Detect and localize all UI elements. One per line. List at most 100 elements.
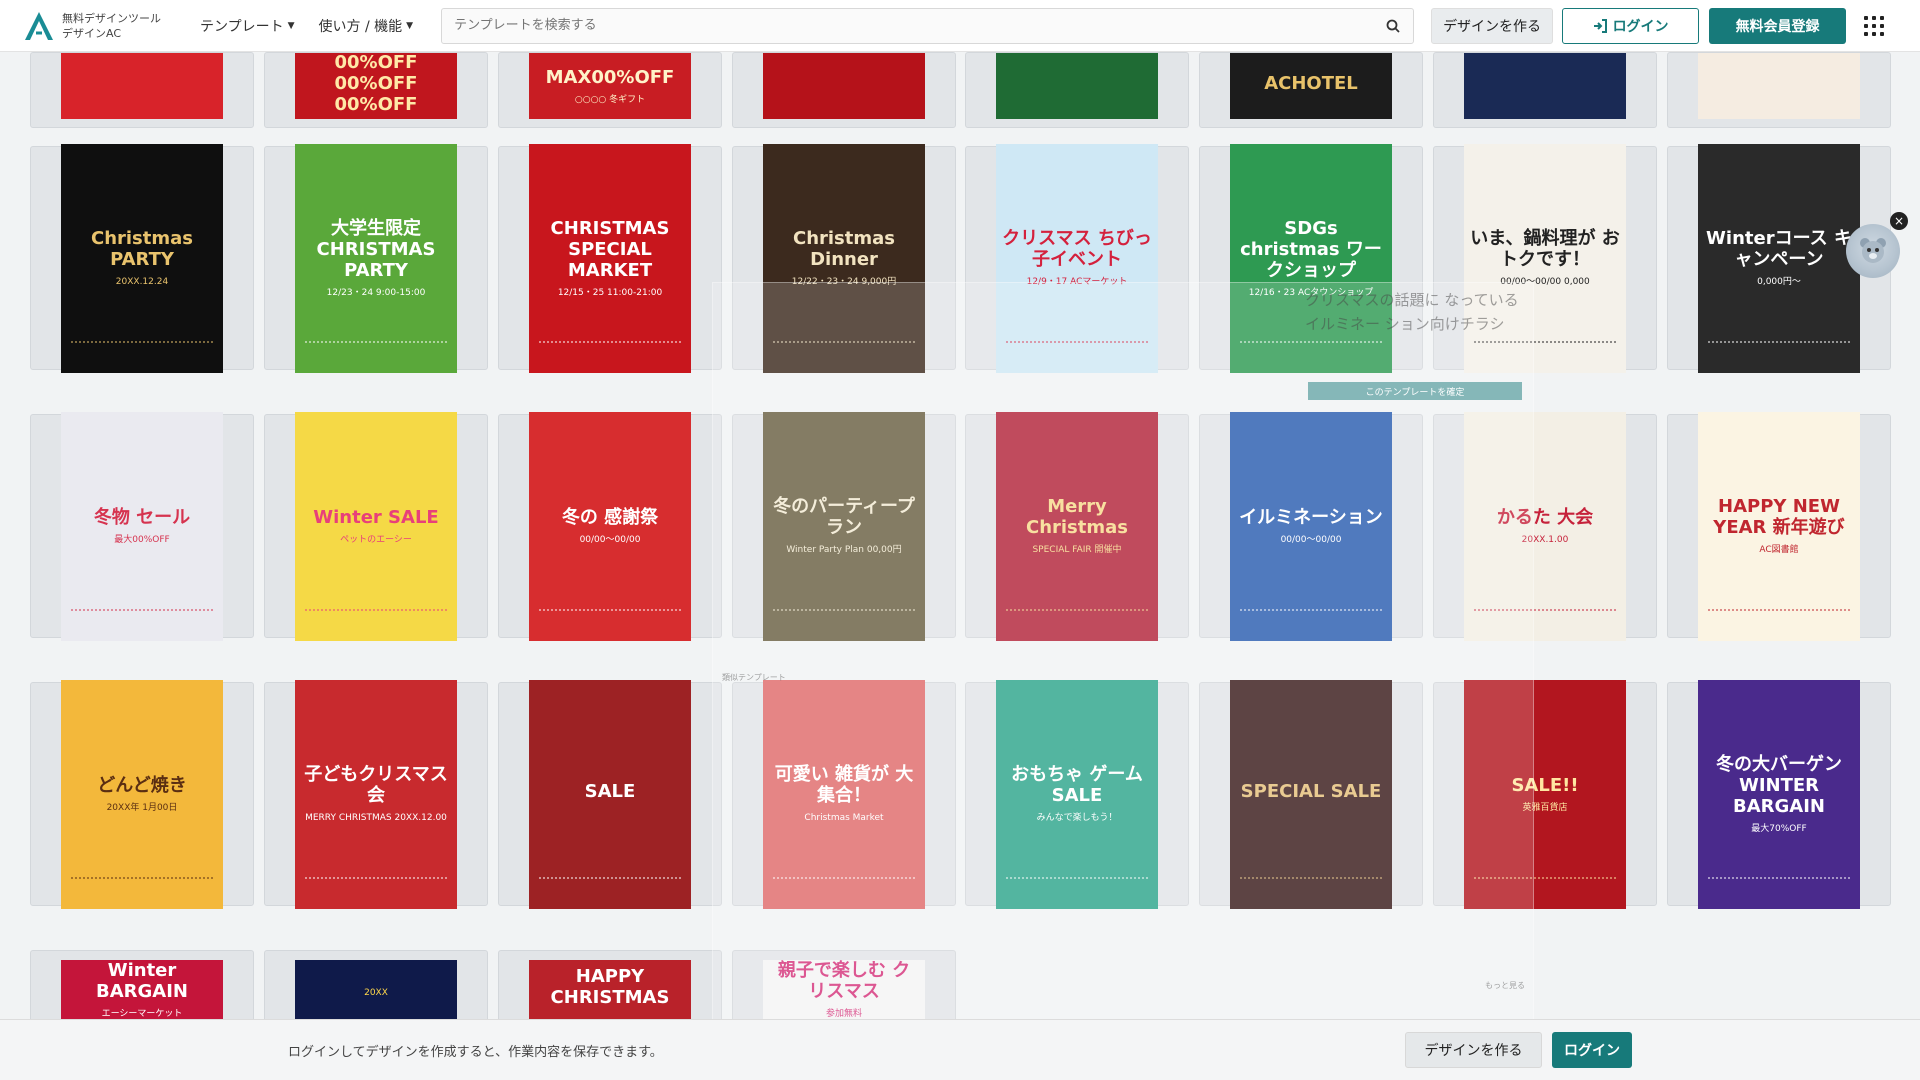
thumbnail-decoration — [71, 876, 213, 899]
template-card[interactable]: 20XX — [264, 950, 488, 1030]
template-card[interactable]: MAX00%OFF ○○○○ 冬ギフト — [498, 52, 722, 128]
template-thumbnail: Winter BARGAIN エーシーマーケット — [61, 960, 223, 1020]
template-card[interactable]: HAPPY CHRISTMAS — [498, 950, 722, 1030]
template-card[interactable]: Winter SALE ペットのエーシー — [264, 411, 488, 641]
template-card[interactable] — [732, 52, 956, 128]
thumbnail-title: SALE — [584, 780, 636, 802]
template-card[interactable] — [965, 52, 1189, 128]
assistant-mascot[interactable] — [1846, 224, 1900, 278]
template-card[interactable] — [30, 52, 254, 128]
thumbnail-title: Christmas Dinner — [792, 228, 895, 270]
template-thumbnail: 冬の 感謝祭 00/00〜00/00 — [529, 411, 691, 641]
template-card[interactable] — [1433, 52, 1657, 128]
template-thumbnail — [1698, 53, 1860, 119]
top-header: 無料デザインツール デザインAC テンプレート ▼ 使い方 / 機能 ▼ デザイ… — [0, 0, 1920, 52]
template-card[interactable]: Christmas PARTY 20XX.12.24 — [30, 143, 254, 373]
template-card[interactable]: どんど焼き 20XX年 1月00日 — [30, 679, 254, 909]
template-card[interactable]: ACHOTEL — [1199, 52, 1423, 128]
nav-howto[interactable]: 使い方 / 機能 ▼ — [319, 16, 414, 36]
thumbnail-title: HAPPY NEW YEAR 新年遊び — [1713, 496, 1845, 538]
preview-similar-label: 類似テンプレート — [722, 673, 786, 682]
thumbnail-subtitle: 00/00〜00/00 — [579, 534, 641, 545]
thumbnail-title: どんど焼き — [97, 774, 187, 796]
thumbnail-subtitle: 20XX.12.24 — [115, 277, 169, 287]
thumbnail-decoration — [71, 608, 213, 631]
nav-templates[interactable]: テンプレート ▼ — [200, 16, 295, 36]
thumbnail-title: Winter SALE — [313, 506, 439, 528]
template-thumbnail: 子どもクリスマス会 MERRY CHRISTMAS 20XX.12.00 — [295, 679, 457, 909]
search-button[interactable] — [1373, 9, 1413, 43]
template-thumbnail: 20XX — [295, 960, 457, 1020]
template-thumbnail: ACHOTEL — [1230, 53, 1392, 119]
thumbnail-subtitle: 12/23・24 9:00-15:00 — [326, 287, 426, 298]
template-card[interactable]: 冬の 感謝祭 00/00〜00/00 — [498, 411, 722, 641]
search-input[interactable] — [442, 8, 1374, 43]
thumbnail-subtitle: 20XX年 1月00日 — [106, 802, 178, 813]
close-icon[interactable]: × — [1890, 212, 1908, 230]
thumbnail-subtitle: AC図書館 — [1759, 545, 1799, 555]
preview-confirm-button[interactable]: このテンプレートを確定 — [1308, 382, 1522, 400]
nav-howto-label: 使い方 / 機能 — [318, 18, 403, 35]
thumbnail-subtitle: 0,000円〜 — [1757, 277, 1801, 287]
template-thumbnail: CHRISTMAS SPECIAL MARKET 12/15・25 11:00-2… — [529, 143, 691, 373]
template-card[interactable]: 冬の大バーゲン WINTER BARGAIN 最大70%OFF — [1667, 679, 1891, 909]
logo-text: 無料デザインツール デザインAC — [62, 11, 161, 41]
thumbnail-subtitle: 最大00%OFF — [114, 534, 170, 545]
footer-login-button[interactable]: ログイン — [1552, 1032, 1632, 1068]
template-card[interactable]: Winter BARGAIN エーシーマーケット — [30, 950, 254, 1030]
thumbnail-decoration — [305, 876, 447, 899]
template-card[interactable] — [1667, 52, 1891, 128]
template-card[interactable]: 冬物 セール最大00%OFF — [30, 411, 254, 641]
template-card[interactable]: CHRISTMAS SPECIAL MARKET 12/15・25 11:00-2… — [498, 143, 722, 373]
nav-templates-label: テンプレート — [200, 18, 284, 35]
caret-down-icon: ▼ — [406, 20, 414, 31]
login-prompt-bar: ログインしてデザインを作成すると、作業内容を保存できます。 デザインを作る ログ… — [0, 1019, 1920, 1080]
apps-grid-icon[interactable] — [1864, 15, 1885, 36]
thumbnail-title: 冬物 セール — [93, 506, 191, 528]
thumbnail-decoration — [539, 876, 681, 899]
login-prompt-message: ログインしてデザインを作成すると、作業内容を保存できます。 — [288, 1044, 663, 1060]
thumbnail-subtitle: ペットのエーシー — [340, 534, 412, 545]
template-card[interactable]: 子どもクリスマス会 MERRY CHRISTMAS 20XX.12.00 — [264, 679, 488, 909]
thumbnail-title: いま、鍋料理が おトクです！ — [1470, 228, 1620, 270]
thumbnail-decoration — [71, 340, 213, 363]
template-card[interactable]: SALE — [498, 679, 722, 909]
search-bar — [441, 7, 1415, 44]
template-thumbnail — [996, 53, 1158, 119]
login-button-label: ログイン — [1612, 18, 1669, 35]
template-thumbnail: 冬物 セール最大00%OFF — [61, 411, 223, 641]
template-thumbnail: 00%OFF 00%OFF 00%OFF — [295, 53, 457, 119]
template-thumbnail: どんど焼き 20XX年 1月00日 — [61, 679, 223, 909]
template-thumbnail: HAPPY NEW YEAR 新年遊び AC図書館 — [1698, 411, 1860, 641]
template-thumbnail: HAPPY CHRISTMAS — [529, 960, 691, 1020]
template-thumbnail — [1464, 53, 1626, 119]
thumbnail-title: Winterコース キャンペーン — [1706, 228, 1852, 270]
thumbnail-decoration — [1708, 876, 1850, 899]
logo-a-icon — [25, 11, 53, 40]
thumbnail-title: 冬の大バーゲン WINTER BARGAIN — [1716, 753, 1842, 817]
thumbnail-subtitle: ○○○○ 冬ギフト — [574, 94, 646, 105]
bear-icon — [1860, 238, 1886, 263]
thumbnail-title: 大学生限定 CHRISTMAS PARTY — [316, 217, 436, 281]
create-design-button[interactable]: デザインを作る — [1431, 7, 1554, 44]
thumbnail-title: 子どもクリスマス会 — [304, 764, 448, 806]
template-card[interactable]: HAPPY NEW YEAR 新年遊び AC図書館 — [1667, 411, 1891, 641]
thumbnail-title: SDGs christmas ワークショップ — [1240, 217, 1382, 281]
thumbnail-title: ACHOTEL — [1264, 72, 1358, 94]
footer-create-design-button[interactable]: デザインを作る — [1405, 1032, 1542, 1068]
register-button[interactable]: 無料会員登録 — [1709, 7, 1847, 44]
thumbnail-subtitle: MERRY CHRISTMAS 20XX.12.00 — [305, 813, 447, 823]
template-card[interactable]: 00%OFF 00%OFF 00%OFF — [264, 52, 488, 128]
login-button[interactable]: ログイン — [1562, 7, 1700, 44]
site-logo[interactable]: 無料デザインツール デザインAC — [22, 9, 200, 43]
thumbnail-title: HAPPY CHRISTMAS — [550, 966, 670, 1008]
thumbnail-title: CHRISTMAS SPECIAL MARKET — [550, 217, 670, 281]
preview-more-link[interactable]: もっと見る — [1485, 980, 1525, 991]
login-icon — [1593, 18, 1607, 33]
template-thumbnail: Winterコース キャンペーン 0,000円〜 — [1698, 143, 1860, 373]
preview-description-text: クリスマスの話題に なっているイルミネー ション向けチラシ — [1305, 291, 1519, 333]
template-card[interactable]: 大学生限定 CHRISTMAS PARTY 12/23・24 9:00-15:00 — [264, 143, 488, 373]
thumbnail-title: Christmas PARTY — [90, 228, 193, 270]
template-thumbnail: MAX00%OFF ○○○○ 冬ギフト — [529, 53, 691, 119]
template-thumbnail: 大学生限定 CHRISTMAS PARTY 12/23・24 9:00-15:00 — [295, 143, 457, 373]
